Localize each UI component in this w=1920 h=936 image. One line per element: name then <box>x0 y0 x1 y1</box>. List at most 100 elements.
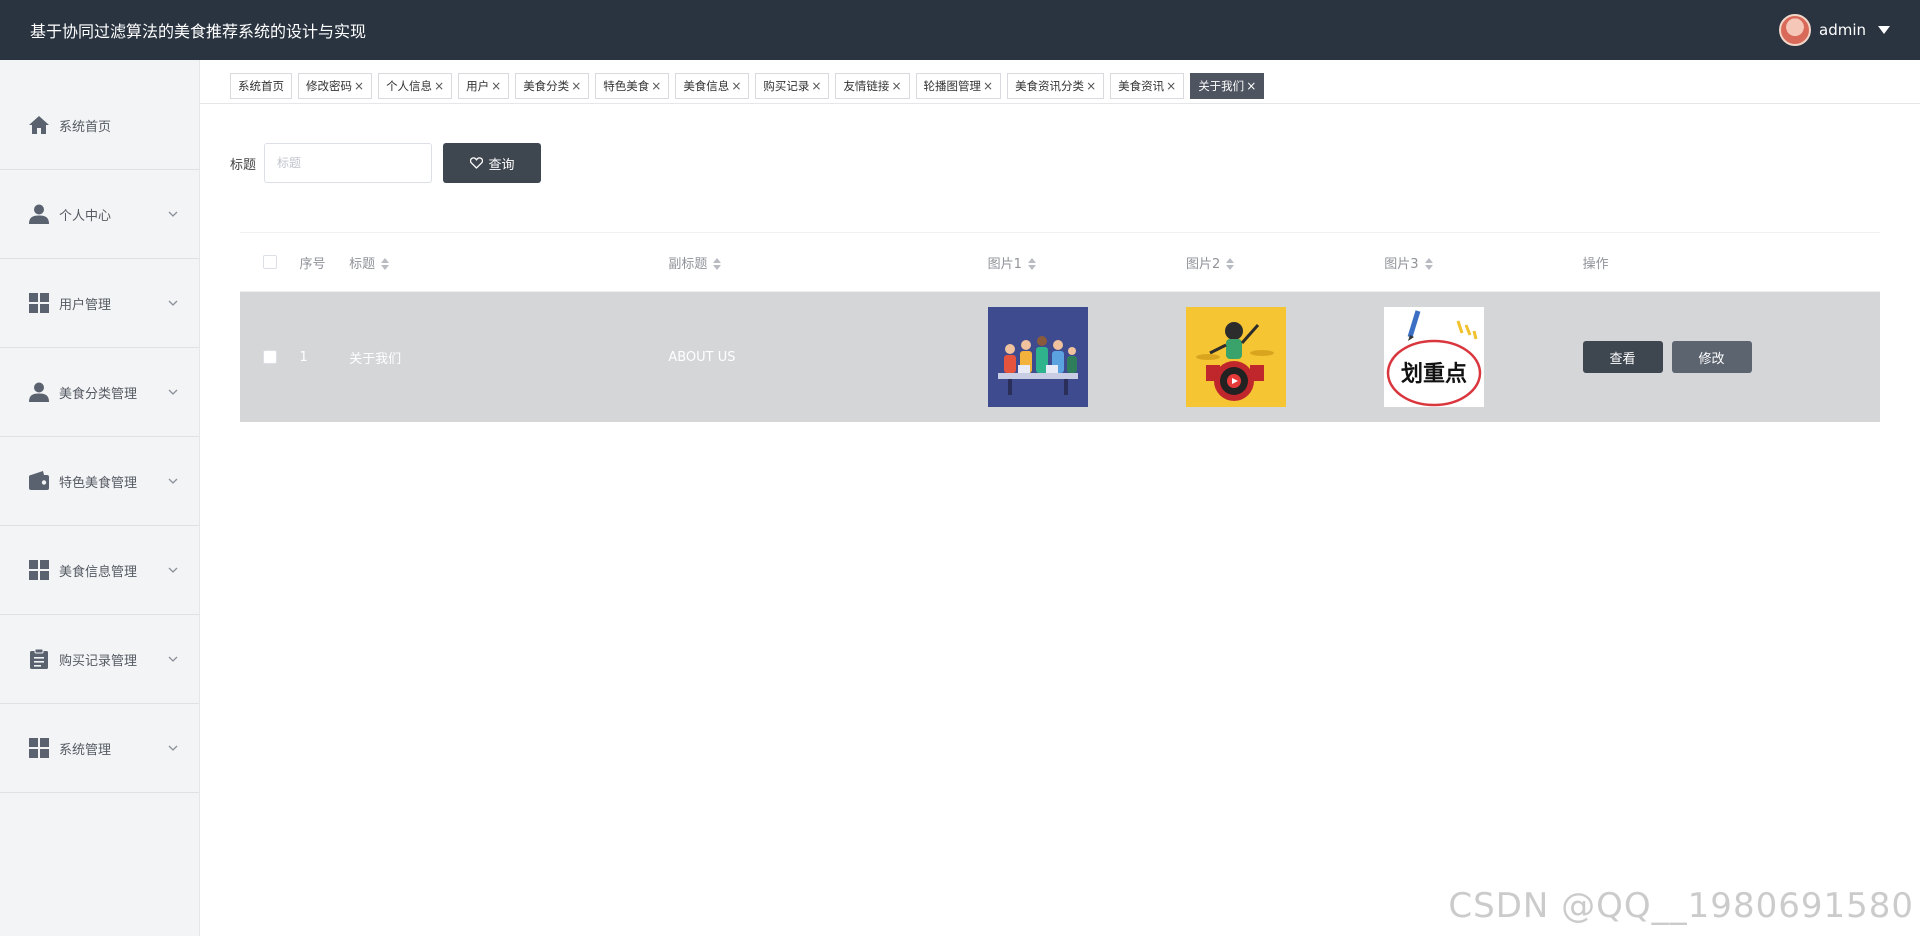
tab-label: 修改密码 <box>306 79 352 93</box>
tab-friend-links[interactable]: 友情链接 × <box>835 73 910 99</box>
tab-label: 特色美食 <box>603 79 650 93</box>
table-row[interactable]: 1 关于我们 ABOUT US 划重点 查看 修改 <box>240 292 1880 422</box>
close-icon[interactable]: × <box>571 79 581 93</box>
col-title[interactable]: 标题 <box>349 253 668 272</box>
table-header: 序号 标题 副标题 图片1 图片2 图片3 操作 <box>240 232 1880 292</box>
close-icon[interactable]: × <box>491 79 501 93</box>
select-all-checkbox[interactable] <box>262 255 277 269</box>
col-index: 序号 <box>299 256 326 272</box>
sidebar-item-label: 购买记录管理 <box>59 653 138 669</box>
tab-change-password[interactable]: 修改密码 × <box>298 73 373 99</box>
col-operations: 操作 <box>1582 256 1609 272</box>
sidebar-item-special-food-management[interactable]: 特色美食管理 <box>0 437 199 526</box>
sidebar: 系统首页 个人中心 用户管理 美食分类管理 特色美食管理 美食信息管理 购买记录… <box>0 60 200 936</box>
tab-food-category[interactable]: 美食分类 × <box>515 73 590 99</box>
person-icon <box>28 381 50 403</box>
sidebar-item-label: 系统首页 <box>59 119 112 135</box>
sidebar-item-food-category-management[interactable]: 美食分类管理 <box>0 348 199 437</box>
col-image-3[interactable]: 图片3 <box>1384 253 1582 272</box>
close-icon[interactable]: × <box>731 79 741 93</box>
sidebar-item-system-management[interactable]: 系统管理 <box>0 704 199 793</box>
tab-personal-info[interactable]: 个人信息 × <box>378 73 453 99</box>
close-icon[interactable]: × <box>1086 79 1096 93</box>
sidebar-item-food-info-management[interactable]: 美食信息管理 <box>0 526 199 615</box>
tab-purchase-records[interactable]: 购买记录 × <box>755 73 830 99</box>
tab-special-food[interactable]: 特色美食 × <box>595 73 670 99</box>
close-icon[interactable]: × <box>434 79 444 93</box>
sort-icon[interactable] <box>1226 258 1235 270</box>
user-menu[interactable]: admin <box>1779 14 1890 46</box>
app-title: 基于协同过滤算法的美食推荐系统的设计与实现 <box>30 22 367 41</box>
wallet-icon <box>28 470 50 492</box>
close-icon[interactable]: × <box>891 79 901 93</box>
clipboard-icon <box>28 648 50 670</box>
close-icon[interactable]: × <box>354 79 364 93</box>
search-input[interactable] <box>264 143 433 183</box>
heart-icon <box>469 157 483 169</box>
person-icon <box>28 203 50 225</box>
tab-label: 友情链接 <box>843 79 890 93</box>
close-icon[interactable]: × <box>811 79 821 93</box>
sort-icon[interactable] <box>1027 258 1036 270</box>
data-table: 序号 标题 副标题 图片1 图片2 图片3 操作 1 关于我们 ABOUT US <box>240 232 1880 422</box>
sidebar-item-purchase-record-management[interactable]: 购买记录管理 <box>0 615 199 704</box>
sidebar-item-home[interactable]: 系统首页 <box>0 81 199 170</box>
sort-icon[interactable] <box>1424 258 1433 270</box>
close-icon[interactable]: × <box>651 79 661 93</box>
chevron-down-icon <box>168 656 178 662</box>
divider <box>200 103 1920 104</box>
key-point-image[interactable]: 划重点 <box>1384 307 1485 407</box>
watermark: CSDN @QQ__1980691580 <box>1448 886 1914 926</box>
sidebar-item-label: 特色美食管理 <box>59 475 138 491</box>
tab-label: 美食资讯分类 <box>1015 79 1085 93</box>
search-button[interactable]: 查询 <box>443 143 542 183</box>
key-point-text: 划重点 <box>1401 361 1467 387</box>
sidebar-item-label: 用户管理 <box>59 297 112 313</box>
tab-strip: 系统首页 修改密码 × 个人信息 × 用户 × 美食分类 × 特色美食 × 美食信息 × 购… <box>230 73 1265 99</box>
search-label: 标题 <box>230 157 257 173</box>
close-icon[interactable]: × <box>983 79 993 93</box>
sidebar-item-label: 美食分类管理 <box>59 386 138 402</box>
col-image-1[interactable]: 图片1 <box>988 253 1186 272</box>
tab-about-us[interactable]: 关于我们 × <box>1190 73 1265 99</box>
cell-index: 1 <box>299 349 308 365</box>
search-button-label: 查询 <box>488 157 515 173</box>
tab-label: 系统首页 <box>238 79 284 93</box>
chevron-down-icon <box>168 478 178 484</box>
sort-icon[interactable] <box>713 258 722 270</box>
username[interactable]: admin <box>1819 21 1866 39</box>
col-image-2[interactable]: 图片2 <box>1186 253 1384 272</box>
drummer-image[interactable] <box>1185 307 1286 407</box>
sidebar-item-user-management[interactable]: 用户管理 <box>0 259 199 348</box>
tab-food-info[interactable]: 美食信息 × <box>675 73 750 99</box>
row-checkbox[interactable] <box>262 350 277 364</box>
avatar[interactable] <box>1779 14 1811 46</box>
col-subtitle[interactable]: 副标题 <box>668 253 987 272</box>
tab-food-news-category[interactable]: 美食资讯分类 × <box>1007 73 1105 99</box>
view-button[interactable]: 查看 <box>1582 341 1663 373</box>
search-bar: 标题 查询 <box>230 143 542 183</box>
tab-label: 用户 <box>466 79 490 93</box>
sidebar-item-label: 个人中心 <box>59 208 112 224</box>
cell-subtitle: ABOUT US <box>668 349 736 365</box>
tab-label: 美食资讯 <box>1118 79 1165 93</box>
tab-carousel-management[interactable]: 轮播图管理 × <box>915 73 1002 99</box>
chevron-down-icon <box>168 567 178 573</box>
cell-operations: 查看 修改 <box>1582 341 1880 373</box>
tab-label: 轮播图管理 <box>923 79 982 93</box>
sort-icon[interactable] <box>381 258 390 270</box>
grid-icon <box>28 737 50 759</box>
tab-food-news[interactable]: 美食资讯 × <box>1110 73 1185 99</box>
sidebar-item-personal-center[interactable]: 个人中心 <box>0 170 199 259</box>
cell-title: 关于我们 <box>349 351 402 367</box>
team-meeting-image[interactable] <box>987 307 1088 407</box>
tab-home[interactable]: 系统首页 <box>230 73 292 99</box>
edit-button[interactable]: 修改 <box>1671 341 1752 373</box>
tab-users[interactable]: 用户 × <box>458 73 510 99</box>
tab-label: 个人信息 <box>386 79 433 93</box>
tab-label: 关于我们 <box>1198 79 1245 93</box>
close-icon[interactable]: × <box>1246 79 1256 93</box>
caret-down-icon[interactable] <box>1878 26 1890 34</box>
grid-icon <box>28 292 50 314</box>
close-icon[interactable]: × <box>1166 79 1176 93</box>
